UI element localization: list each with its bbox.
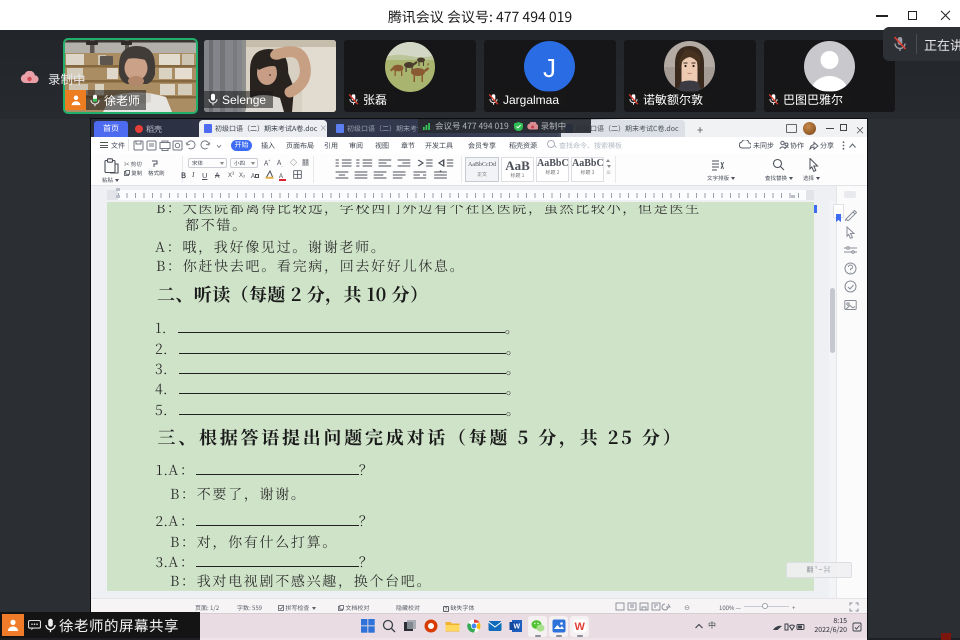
svg-text:W: W: [514, 624, 521, 631]
svg-text:W: W: [575, 621, 586, 633]
